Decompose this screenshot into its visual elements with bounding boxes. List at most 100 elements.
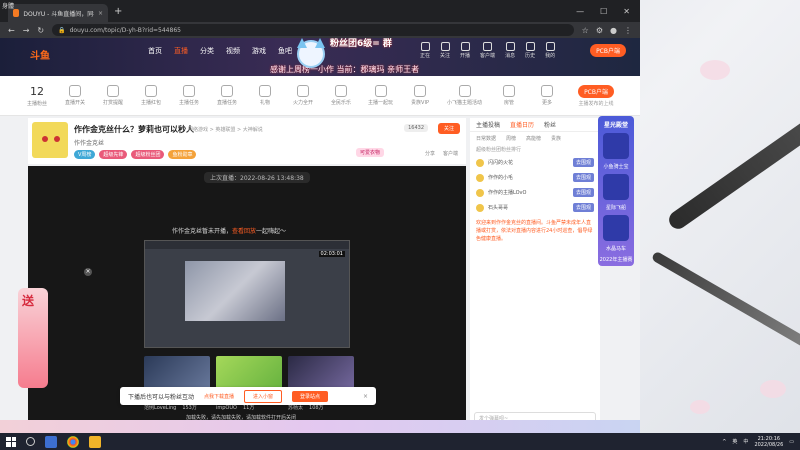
toolbar-fans[interactable]: 12 主播粉丝	[26, 85, 48, 107]
bottom-gift-strip	[0, 420, 640, 433]
toolbar-gift[interactable]: 礼物	[254, 85, 276, 106]
minimize-icon[interactable]: —	[576, 7, 584, 16]
popup-close-icon[interactable]: ×	[363, 393, 368, 400]
streamer-avatar[interactable]	[32, 122, 68, 158]
header-icon-history[interactable]: 历史	[525, 42, 535, 59]
header-icon-follow[interactable]: 关注	[440, 42, 450, 59]
subtab-nobles[interactable]: 贵族	[551, 135, 561, 142]
replay-video[interactable]: 02:03:01	[144, 240, 350, 348]
toolbar-live-task[interactable]: 直播任务	[216, 85, 238, 106]
chat-tabs: 主播投稿 直播日历 粉丝	[470, 118, 600, 132]
side-ad-title: 星光殿堂	[603, 122, 628, 129]
rank-heading: 超级粉丝团粉丝排行	[476, 147, 522, 153]
input-method-zh[interactable]: 中	[743, 438, 748, 445]
subtab-energy[interactable]: 高能榜	[526, 135, 541, 142]
task-view-icon[interactable]	[45, 435, 57, 448]
rank-row[interactable]: 闪闪的火花 去围观	[470, 155, 600, 170]
toolbar-switch[interactable]: 直播开关	[64, 85, 86, 106]
toolbar-redpacket[interactable]: 主播红包	[140, 85, 162, 106]
douyu-logo[interactable]: 斗鱼	[30, 47, 50, 62]
gift-close-icon[interactable]: ×	[84, 268, 92, 276]
notifications-icon[interactable]: ▭	[789, 439, 794, 445]
subtab-daily[interactable]: 日常数据	[476, 135, 496, 142]
rank-row[interactable]: 作作的主播LOvO 去围观	[470, 185, 600, 200]
toolbar-event[interactable]: 小飞猫主题活动	[447, 85, 482, 106]
system-notice: 欢迎来到作作金克丝的直播间。斗鱼严禁未成年人直播或打赏，依法对直播内容进行24小…	[476, 220, 593, 242]
nav-yuba[interactable]: 鱼吧	[278, 46, 292, 56]
forward-icon[interactable]: →	[23, 26, 30, 35]
tab-title: DOUYU - 斗鱼直播间，同看惊爆	[23, 10, 94, 18]
file-explorer-icon[interactable]	[89, 435, 101, 448]
toolbar-more[interactable]: 更多	[536, 85, 558, 106]
reload-icon[interactable]: ↻	[37, 26, 44, 35]
rank-row[interactable]: 作作的小毛 去围观	[470, 170, 600, 185]
share-link[interactable]: 分享	[425, 150, 435, 157]
follow-button[interactable]: 关注	[437, 123, 460, 134]
tab-fans[interactable]: 粉丝	[544, 120, 556, 129]
side-event-banner[interactable]: 星光殿堂 小鱼骑士宝 星际飞船 水晶马车 2022年主播赛	[598, 116, 634, 266]
windows-taskbar: ^ 英 中 21:20:16 2022/08/26 ▭	[0, 433, 800, 450]
extensions-icon[interactable]: ⚙	[596, 26, 603, 35]
toolbar-vip[interactable]: 贵族VIP	[409, 85, 431, 106]
subtab-weekly[interactable]: 周榜	[506, 135, 516, 142]
overlay-banner-top: 粉丝团6级= 群	[330, 39, 392, 49]
bookmark-star-icon[interactable]: ☆	[582, 26, 589, 35]
windows-start-icon[interactable]	[6, 436, 16, 447]
toolbar-fun[interactable]: 全民乐乐	[330, 85, 352, 106]
video-timer: 02:03:01	[318, 251, 345, 257]
header-icon-client[interactable]: 客户端	[480, 42, 495, 59]
chrome-icon[interactable]	[67, 435, 79, 448]
browser-tab[interactable]: DOUYU - 斗鱼直播间，同看惊爆 ×	[8, 4, 108, 22]
tab-live-calendar[interactable]: 直播日历	[510, 120, 534, 129]
input-method-en[interactable]: 英	[732, 438, 737, 445]
window-controls: — ☐ ✕	[576, 7, 640, 16]
profile-icon[interactable]: ●	[610, 26, 617, 35]
nav-home[interactable]: 首页	[148, 46, 162, 56]
tab-host-posts[interactable]: 主播投稿	[476, 120, 500, 129]
new-tab-icon[interactable]: +	[114, 6, 122, 17]
header-icon-messages[interactable]: 消息	[505, 42, 515, 59]
tray-up-arrow-icon[interactable]: ^	[722, 439, 726, 445]
breadcrumb[interactable]: 网络游戏 > 英雄联盟 > 大神解说	[188, 126, 263, 133]
popup-login-button[interactable]: 登录站点	[292, 390, 329, 402]
maximize-icon[interactable]: ☐	[600, 7, 607, 16]
close-tab-icon[interactable]: ×	[98, 10, 103, 17]
rank-row[interactable]: 石头哥哥 去围观	[470, 200, 600, 215]
host-name[interactable]: 作作金克丝	[74, 138, 104, 147]
tag-fan-club[interactable]: 超级粉丝团	[131, 150, 165, 159]
back-icon[interactable]: ←	[8, 26, 15, 35]
url-field[interactable]: 🔒 douyu.com/topic/D-yh-B?rid=544865	[52, 24, 574, 36]
popup-mini-window-button[interactable]: 进入小窗	[244, 389, 283, 403]
close-window-icon[interactable]: ✕	[623, 7, 630, 16]
search-icon[interactable]	[26, 437, 35, 446]
chat-panel: 主播投稿 直播日历 粉丝 日常数据 周榜 高能榜 贵族 超级粉丝团粉丝排行 闪闪…	[470, 118, 600, 428]
toolbar-reminder[interactable]: 打赏提醒	[102, 85, 124, 106]
streamer-overlay-character	[293, 38, 329, 90]
header-pcb-badge[interactable]: PCB户端	[590, 44, 626, 57]
popup-download-link[interactable]: 点我下载直播	[204, 393, 234, 400]
nav-video[interactable]: 视频	[226, 46, 240, 56]
nav-live[interactable]: 直播	[174, 46, 188, 56]
pcb-client-button[interactable]: PCB户端	[578, 84, 614, 98]
wallpaper-petal	[700, 60, 730, 80]
window-corner-label: 身體	[2, 3, 15, 10]
header-icon-broadcast[interactable]: 开播	[460, 42, 470, 59]
menu-icon[interactable]: ⋮	[624, 26, 632, 35]
client-link[interactable]: 客户端	[443, 150, 458, 157]
toolbar-host-task[interactable]: 主播任务	[178, 85, 200, 106]
nav-category[interactable]: 分类	[200, 46, 214, 56]
tag-medal[interactable]: 鱼粉勋章	[168, 150, 197, 159]
nav-games[interactable]: 游戏	[252, 46, 266, 56]
tag-vanguard[interactable]: 超级先锋	[99, 150, 128, 159]
replay-link[interactable]: 查看回放	[232, 228, 256, 235]
header-icon-live[interactable]: 正在	[420, 42, 430, 59]
wallpaper-petal	[690, 400, 710, 414]
tab-strip: DOUYU - 斗鱼直播间，同看惊爆 × + — ☐ ✕	[0, 0, 640, 22]
toolbar-play-together[interactable]: 主播一起玩	[368, 85, 393, 106]
tag-weekly[interactable]: V周榜	[74, 150, 96, 159]
clock[interactable]: 21:20:16 2022/08/26	[754, 436, 783, 448]
gift-side-banner[interactable]: 送	[18, 288, 48, 388]
header-icon-mine[interactable]: 我的	[545, 42, 555, 59]
toolbar-admin[interactable]: 房管	[498, 85, 520, 106]
level-badge[interactable]: 可爱衣物	[356, 148, 385, 157]
